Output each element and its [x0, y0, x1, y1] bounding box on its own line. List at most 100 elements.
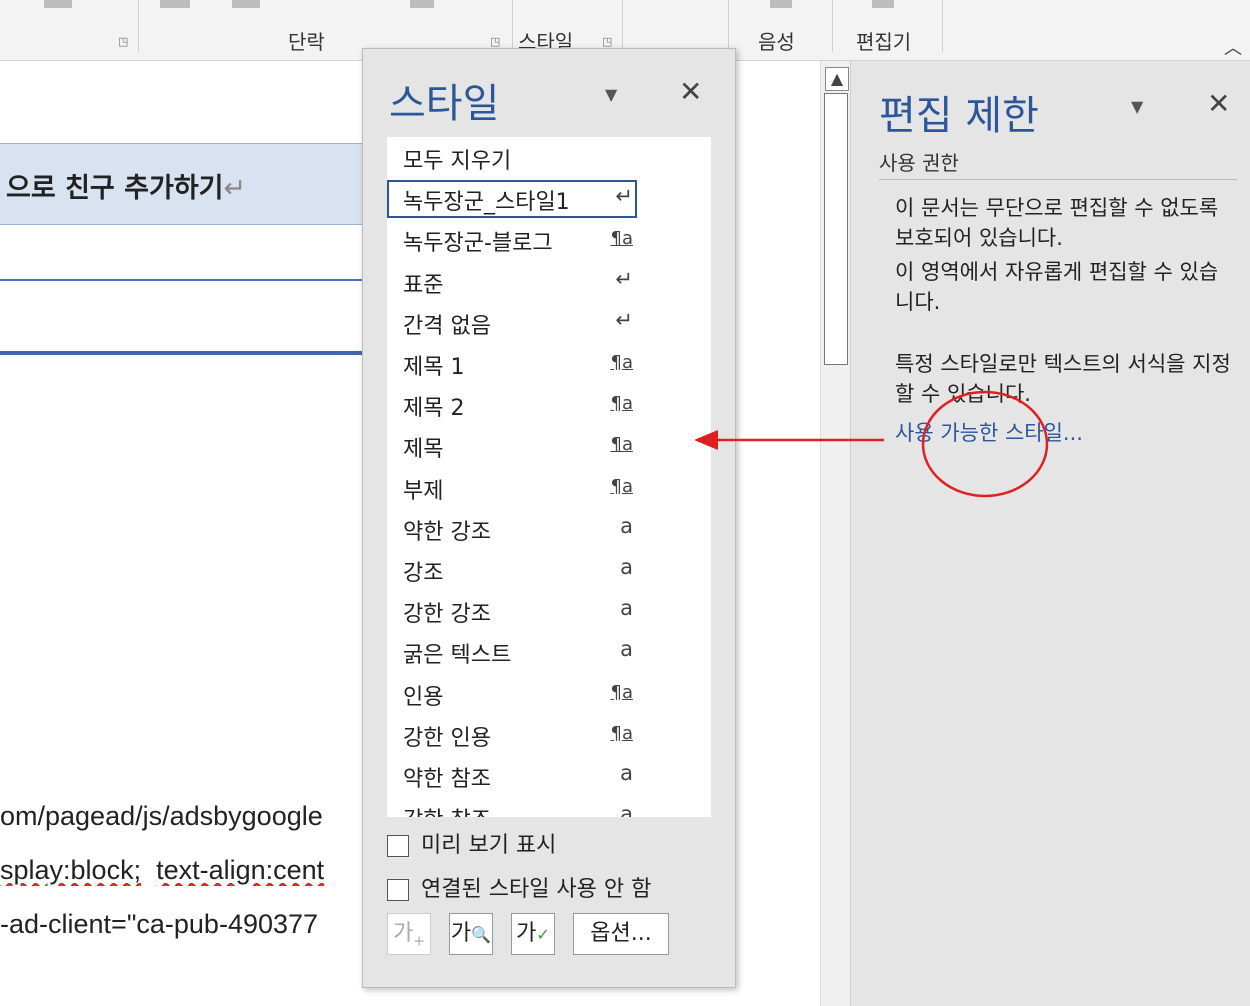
heading-text: 으로 친구 추가하기↵: [6, 173, 247, 204]
chevron-down-icon[interactable]: ▼: [1131, 97, 1143, 116]
editor-icon[interactable]: [872, 0, 894, 8]
style-name: 부제: [403, 478, 444, 504]
character-style-icon: a: [620, 637, 633, 662]
show-preview-checkbox[interactable]: 미리 보기 표시: [387, 827, 556, 859]
horizontal-rule-thick: [0, 351, 362, 355]
ribbon-tool-icon[interactable]: [44, 0, 72, 8]
heading-paragraph[interactable]: 으로 친구 추가하기↵: [0, 143, 362, 225]
style-name: 제목: [403, 437, 444, 463]
ribbon-separator: [138, 0, 139, 52]
ribbon-separator: [512, 0, 513, 52]
style-inspector-button[interactable]: 가🔍: [449, 913, 493, 955]
style-name: 간격 없음: [403, 313, 491, 339]
available-styles-link[interactable]: 사용 가능한 스타일...: [895, 417, 1083, 447]
style-item[interactable]: 녹두장군_스타일1 ↵: [387, 178, 711, 219]
style-name: 약한 강조: [403, 519, 491, 545]
character-style-icon: a: [620, 761, 633, 785]
linked-style-icon: ¶a: [610, 722, 633, 744]
style-list[interactable]: 모두 지우기녹두장군_스타일1 ↵ 녹두장군-블로그 ¶a 표준 ↵ 간격 없음 ↵ 제목 1 ¶…: [387, 137, 711, 817]
dictate-icon[interactable]: [770, 0, 792, 8]
style-inspector-icon: 가🔍: [450, 921, 492, 946]
code-line[interactable]: om/pagead/js/adsbygoogle: [0, 801, 362, 832]
vertical-scrollbar[interactable]: ▲: [820, 61, 851, 1006]
style-name: 강한 참조: [403, 802, 491, 817]
character-style-icon: a: [620, 596, 633, 621]
editable-region-message: 이 영역에서 자유롭게 편집할 수 있습니다.: [895, 260, 1219, 314]
group-label-voice: 음성: [758, 30, 795, 54]
manage-styles-button[interactable]: 가✓: [511, 913, 555, 955]
character-style-icon: a: [620, 802, 633, 817]
ribbon-separator: [728, 0, 729, 52]
style-name: 약한 참조: [403, 767, 491, 792]
group-label-paragraph: 단락: [288, 30, 325, 54]
style-name: 강조: [403, 561, 444, 586]
checkbox-icon[interactable]: [387, 879, 409, 901]
paragraph-style-icon: ↵: [615, 266, 633, 291]
pane-title: 스타일: [389, 81, 500, 127]
character-style-icon: a: [620, 555, 633, 579]
style-item[interactable]: 모두 지우기: [387, 137, 711, 177]
styles-pane: 스타일 ▼ ✕ 모두 지우기 녹두장군_스타일1 ↵ 녹두장군-블로그 ¶a 표준 ↵ 간격 …: [362, 48, 736, 988]
disable-linked-styles-checkbox[interactable]: 연결된 스타일 사용 안 함: [387, 871, 651, 903]
linked-style-icon: ¶a: [610, 475, 633, 497]
code-line[interactable]: -ad-client="ca-pub-490377: [0, 909, 362, 940]
dialog-launcher-icon[interactable]: ◳: [118, 36, 130, 48]
checkbox-label: 연결된 스타일 사용 안 함: [421, 877, 652, 902]
style-name: 굵은 텍스트: [403, 643, 512, 669]
linked-style-icon: ¶a: [610, 228, 633, 250]
close-icon[interactable]: ✕: [1207, 87, 1230, 120]
style-name: 표준: [403, 272, 444, 298]
new-style-icon: 가+: [393, 921, 425, 950]
style-item[interactable]: 제목 ¶a: [387, 425, 711, 465]
styles-launcher-icon[interactable]: ◳: [602, 36, 614, 48]
style-item[interactable]: 강조 a: [387, 549, 711, 589]
section-label: 사용 권한: [879, 151, 959, 175]
code-line[interactable]: splay:block; text-align:cent: [0, 855, 362, 886]
style-item[interactable]: 강한 강조 a: [387, 590, 711, 630]
ribbon-separator: [832, 0, 833, 52]
style-name: 제목 2: [403, 396, 465, 422]
style-name: 녹두장군-블로그: [403, 231, 553, 257]
style-item[interactable]: 녹두장군-블로그 ¶a: [387, 219, 711, 259]
paragraph-style-icon: ↵: [615, 307, 633, 332]
spelling-error[interactable]: text-align:cent: [156, 855, 324, 885]
style-item[interactable]: 부제 ¶a: [387, 467, 711, 507]
manage-styles-icon: 가✓: [516, 921, 550, 946]
style-item[interactable]: 간격 없음 ↵: [387, 302, 711, 342]
chevron-down-icon[interactable]: ▼: [605, 85, 617, 104]
paragraph-style-icon: ↵: [615, 184, 633, 209]
close-icon[interactable]: ✕: [679, 75, 702, 108]
style-name: 녹두장군_스타일1: [403, 190, 570, 216]
ribbon-separator: [942, 0, 943, 52]
ribbon-separator: [622, 0, 623, 52]
character-style-icon: a: [620, 513, 633, 538]
spelling-error[interactable]: splay:block;: [0, 855, 141, 885]
style-item[interactable]: 강한 참조 a: [387, 796, 711, 817]
style-item[interactable]: 표준 ↵: [387, 261, 711, 301]
chevron-up-icon[interactable]: ︿: [1224, 34, 1242, 60]
style-item[interactable]: 약한 참조 a: [387, 755, 711, 795]
options-button[interactable]: 옵션...: [573, 913, 669, 955]
ribbon-tool-icon[interactable]: [232, 0, 260, 8]
style-name: 강한 강조: [403, 602, 491, 628]
linked-style-icon: ¶a: [610, 434, 633, 456]
divider: [879, 179, 1237, 180]
new-style-button[interactable]: 가+: [387, 913, 431, 955]
style-item[interactable]: 제목 2 ¶a: [387, 384, 711, 424]
pane-title: 편집 제한: [879, 93, 1039, 139]
style-item[interactable]: 제목 1 ¶a: [387, 343, 711, 383]
formatting-restriction-message: 특정 스타일로만 텍스트의 서식을 지정할 수 있습니다.: [895, 352, 1231, 406]
style-item[interactable]: 굵은 텍스트 a: [387, 631, 711, 671]
style-name: 인용: [403, 684, 444, 710]
ribbon-tool-icon[interactable]: [160, 0, 190, 8]
linked-style-icon: ¶a: [610, 393, 633, 415]
ribbon-tool-icon[interactable]: [410, 0, 434, 8]
paragraph-launcher-icon[interactable]: ◳: [490, 36, 502, 48]
style-item[interactable]: 약한 강조 a: [387, 508, 711, 548]
horizontal-rule: [0, 279, 362, 281]
checkbox-icon[interactable]: [387, 835, 409, 857]
style-item[interactable]: 인용 ¶a: [387, 673, 711, 713]
scrollbar-thumb[interactable]: [824, 93, 848, 365]
style-item[interactable]: 강한 인용 ¶a: [387, 714, 711, 754]
scroll-up-icon[interactable]: ▲: [825, 67, 849, 91]
